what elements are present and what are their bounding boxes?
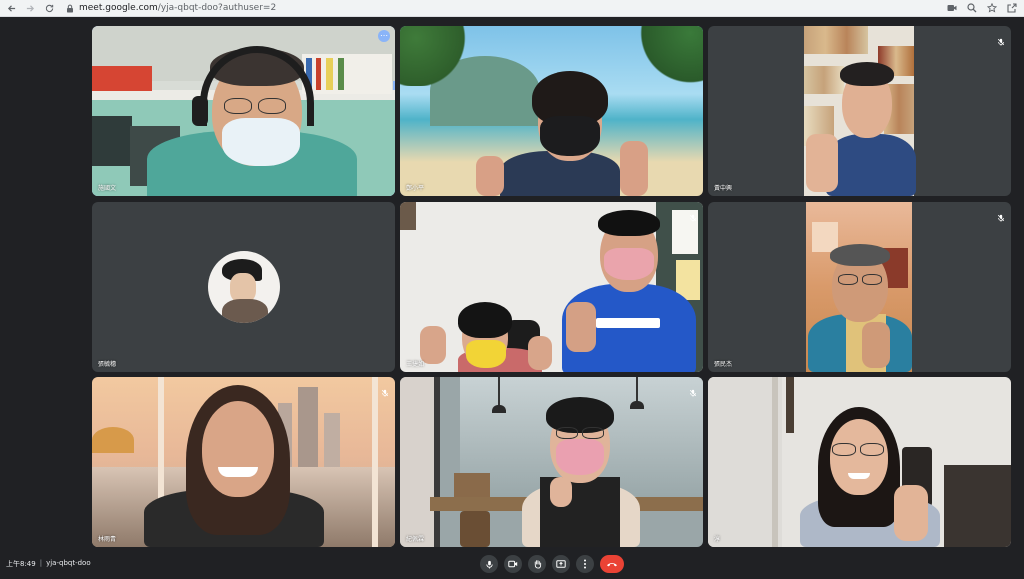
bookmark-star-icon[interactable] <box>986 2 998 14</box>
participant-tile[interactable]: 黃中興 <box>708 26 1011 196</box>
video-feed <box>708 377 1011 547</box>
participant-tile[interactable]: 淳 <box>708 377 1011 547</box>
mic-off-icon <box>689 207 697 222</box>
participant-tile[interactable]: 王捷如 <box>400 202 703 372</box>
more-vert-icon[interactable] <box>576 555 594 573</box>
participant-name: 林雨青 <box>98 536 117 543</box>
participant-name: 張毓穗 <box>98 361 117 368</box>
video-feed <box>400 26 703 196</box>
video-feed <box>92 26 395 196</box>
video-feed <box>92 377 395 547</box>
participant-tile[interactable]: 張民杰 <box>708 202 1011 372</box>
browser-actions <box>946 2 1024 14</box>
mic-off-icon <box>689 382 697 397</box>
video-feed <box>92 202 395 372</box>
participant-name: 施國文 <box>98 185 117 192</box>
zoom-icon[interactable] <box>966 2 978 14</box>
mic-icon[interactable] <box>480 555 498 573</box>
forward-icon[interactable] <box>22 0 38 16</box>
end-call-icon[interactable] <box>600 555 624 573</box>
meeting-info: 上午8:49 | yja-qbqt-doo <box>6 559 91 569</box>
url-path: /yja-qbqt-doo?authuser=2 <box>157 3 277 13</box>
participant-name: 淳 <box>714 536 721 543</box>
participant-tile[interactable]: 張毓穗 <box>92 202 395 372</box>
mic-off-icon <box>997 207 1005 222</box>
participant-name: 王捷如 <box>406 361 425 368</box>
participant-name: 紀佩霖 <box>406 536 425 543</box>
call-controls <box>480 555 624 573</box>
video-feed <box>708 202 1011 372</box>
meeting-stage: ⋯ 施國文 鄭小平 黃中興 張毓穗 王捷如 張民杰 林雨青 紀佩霖 淳 <box>0 18 1024 550</box>
raise-hand-icon[interactable] <box>528 555 546 573</box>
lock-icon[interactable] <box>65 3 75 13</box>
video-feed <box>400 202 703 372</box>
camera-icon[interactable] <box>504 555 522 573</box>
participant-name: 黃中興 <box>714 185 733 192</box>
address-bar[interactable]: meet.google.com/yja-qbqt-doo?authuser=2 <box>79 3 276 13</box>
back-icon[interactable] <box>3 0 19 16</box>
participant-name: 張民杰 <box>714 361 733 368</box>
participant-tile[interactable]: ⋯ 施國文 <box>92 26 395 196</box>
more-options-icon[interactable]: ⋯ <box>378 30 390 42</box>
video-feed <box>400 377 703 547</box>
meeting-time: 上午8:49 <box>6 560 36 568</box>
url-host: meet.google.com <box>79 3 158 13</box>
meeting-code: yja-qbqt-doo <box>46 559 91 567</box>
reload-icon[interactable] <box>41 0 57 16</box>
present-screen-icon[interactable] <box>552 555 570 573</box>
video-feed <box>708 26 1011 196</box>
participant-tile[interactable]: 鄭小平 <box>400 26 703 196</box>
mic-off-icon <box>997 31 1005 46</box>
camera-indicator-icon[interactable] <box>946 2 958 14</box>
participant-name: 鄭小平 <box>406 185 425 192</box>
meeting-bottom-bar: 上午8:49 | yja-qbqt-doo <box>0 550 1024 579</box>
meeting-separator: | <box>39 559 43 567</box>
browser-toolbar: meet.google.com/yja-qbqt-doo?authuser=2 <box>0 0 1024 17</box>
participant-tile[interactable]: 林雨青 <box>92 377 395 547</box>
share-icon[interactable] <box>1006 2 1018 14</box>
participant-tile[interactable]: 紀佩霖 <box>400 377 703 547</box>
mic-off-icon <box>381 382 389 397</box>
avatar <box>208 251 280 323</box>
